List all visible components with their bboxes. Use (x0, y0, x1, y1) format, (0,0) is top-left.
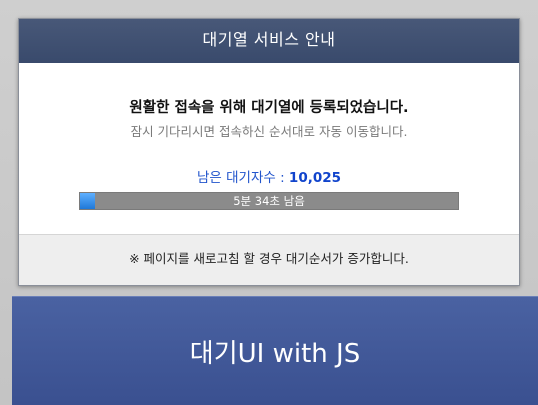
queue-progress-text: 5분 34초 남음 (233, 194, 305, 208)
banner-title: 대기UI with JS (189, 339, 361, 369)
queue-dialog: 대기열 서비스 안내 원활한 접속을 위해 대기열에 등록되었습니다. 잠시 기… (18, 18, 520, 286)
dialog-title: 대기열 서비스 안내 (202, 30, 336, 49)
queue-progress-bar: 5분 34초 남음 (79, 192, 459, 210)
queue-message-main: 원활한 접속을 위해 대기열에 등록되었습니다. (129, 100, 409, 116)
banner: 대기UI with JS (12, 296, 538, 405)
dialog-header: 대기열 서비스 안내 (19, 19, 519, 63)
queue-count-line: 남은 대기자수 : 10,025 (19, 166, 519, 186)
queue-count-value: 10,025 (288, 170, 342, 186)
queue-count-label: 남은 대기자수 : (196, 170, 289, 186)
dialog-footer-note: ※ 페이지를 새로고침 할 경우 대기순서가 증가합니다. (19, 234, 519, 285)
queue-message-sub: 잠시 기다리시면 접속하신 순서대로 자동 이동합니다. (130, 124, 408, 139)
refresh-warning-text: ※ 페이지를 새로고침 할 경우 대기순서가 증가합니다. (129, 251, 409, 266)
